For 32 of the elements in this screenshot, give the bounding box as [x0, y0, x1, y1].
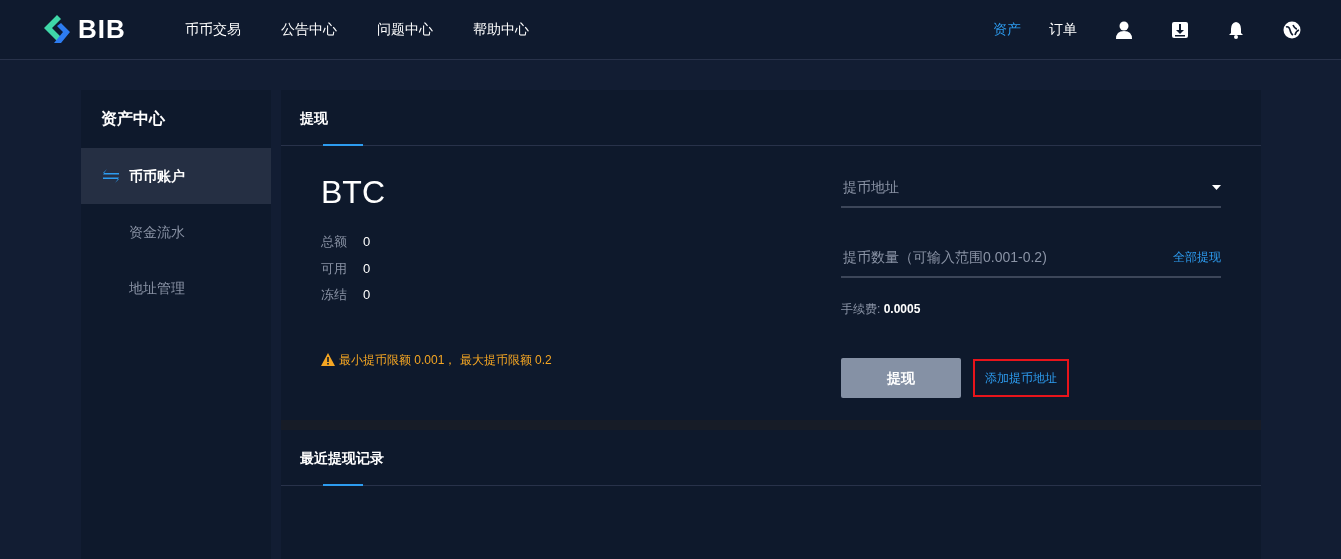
amount-field[interactable]: 提币数量（可输入范围0.001-0.2): [841, 245, 1173, 269]
fee-label: 手续费:: [841, 302, 881, 316]
fee-value: 0.0005: [883, 302, 921, 316]
nav-link[interactable]: 公告中心: [281, 19, 337, 40]
balance-value: 0: [363, 287, 371, 302]
withdraw-all-link[interactable]: 全部提现: [1173, 248, 1221, 266]
nav-link[interactable]: 帮助中心: [473, 19, 529, 40]
balance-value: 0: [363, 234, 371, 249]
caret-icon: [1212, 184, 1221, 190]
globe-icon[interactable]: [1283, 20, 1301, 39]
sidebar-title: 资产中心: [100, 109, 166, 129]
nav-link[interactable]: 问题中心: [377, 19, 433, 40]
balance-label: 总额: [321, 233, 348, 251]
nav-link[interactable]: 订单: [1049, 19, 1077, 40]
balance-label: 可用: [321, 259, 348, 278]
address-dropdown[interactable]: 提币地址: [841, 175, 1212, 199]
user-icon[interactable]: [1115, 20, 1133, 39]
balance-label: 冻结: [321, 286, 348, 304]
add-address-link[interactable]: 添加提币地址: [973, 359, 1069, 397]
warning-icon: [321, 353, 335, 366]
sidebar-item[interactable]: 地址管理: [81, 260, 271, 316]
logo-text: BIB: [78, 13, 126, 46]
nav-link[interactable]: 资产: [993, 19, 1021, 40]
withdraw-limit-warning: 最小提币限额 0.001， 最大提币限额 0.2: [339, 351, 552, 369]
sidebar-item[interactable]: 资金流水: [81, 204, 271, 260]
download-icon[interactable]: [1171, 20, 1189, 39]
sidebar-item[interactable]: 币币账户: [81, 148, 271, 204]
nav-link[interactable]: 币币交易: [185, 19, 241, 40]
coin-name: BTC: [321, 176, 386, 208]
bell-icon[interactable]: [1227, 20, 1245, 39]
withdraw-tab[interactable]: 提现: [300, 90, 1261, 146]
balance-value: 0: [363, 260, 371, 276]
